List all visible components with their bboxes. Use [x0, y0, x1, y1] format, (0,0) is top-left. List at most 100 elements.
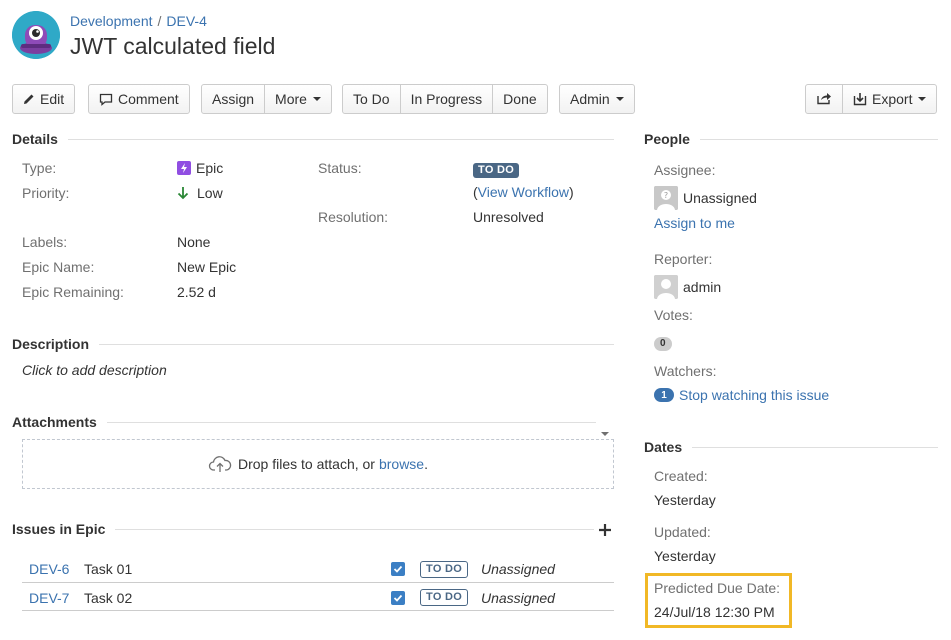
divider — [692, 446, 938, 448]
issue-assignee: Unassigned — [481, 561, 555, 577]
epic-icon — [177, 161, 191, 175]
unassigned-avatar-icon: ? — [654, 186, 678, 210]
svg-text:?: ? — [664, 191, 668, 200]
description-heading-label: Description — [12, 336, 90, 352]
assignee-label: Assignee: — [654, 162, 716, 178]
issue-assignee: Unassigned — [481, 590, 555, 606]
comment-button[interactable]: Comment — [88, 84, 190, 114]
labels-value[interactable]: None — [177, 234, 210, 250]
assign-button[interactable]: Assign — [201, 84, 266, 114]
updated-label: Updated: — [654, 524, 711, 540]
description-placeholder[interactable]: Click to add description — [22, 362, 167, 378]
admin-button-label: Admin — [570, 91, 610, 107]
resolution-value: Unresolved — [473, 209, 544, 225]
priority-value-text: Low — [197, 185, 223, 201]
admin-button[interactable]: Admin — [559, 84, 635, 114]
divider — [22, 610, 614, 611]
checkbox-icon — [391, 562, 405, 576]
predicted-due-date-value: 24/Jul/18 12:30 PM — [654, 604, 775, 620]
breadcrumb-issue-link[interactable]: DEV-4 — [166, 13, 206, 29]
attachments-menu-button[interactable] — [601, 423, 609, 439]
edit-button[interactable]: Edit — [12, 84, 76, 114]
reporter-label: Reporter: — [654, 251, 713, 267]
people-heading-label: People — [644, 131, 690, 147]
divider — [99, 343, 614, 345]
votes-label: Votes: — [654, 307, 693, 323]
epic-name-value[interactable]: New Epic — [177, 259, 236, 275]
divider — [67, 138, 614, 140]
people-heading[interactable]: People — [644, 130, 938, 148]
description-heading[interactable]: Description — [12, 335, 614, 353]
votes-count-badge[interactable]: 0 — [654, 333, 672, 351]
view-workflow-link[interactable]: View Workflow — [478, 184, 569, 200]
in-progress-transition-button[interactable]: In Progress — [399, 84, 494, 114]
view-workflow: (View Workflow) — [473, 184, 574, 200]
export-button[interactable]: Export — [842, 84, 938, 114]
watchers-label: Watchers: — [654, 363, 717, 379]
type-value-text: Epic — [196, 160, 224, 176]
attachment-dropzone[interactable]: Drop files to attach, or browse. — [22, 439, 614, 489]
dates-heading[interactable]: Dates — [644, 438, 938, 456]
issues-in-epic-heading[interactable]: Issues in Epic — [12, 520, 594, 538]
workflow-group: To Do In Progress Done — [342, 84, 548, 114]
epic-remaining-value: 2.52 d — [177, 284, 216, 300]
chevron-down-icon — [312, 97, 321, 101]
created-value: Yesterday — [654, 492, 716, 508]
dropzone-text: Drop files to attach, or — [238, 456, 375, 472]
share-export-group: Export — [805, 84, 938, 114]
stop-watching-link[interactable]: Stop watching this issue — [679, 387, 829, 403]
cloud-upload-icon — [208, 455, 232, 473]
share-button[interactable] — [805, 84, 843, 114]
status-label: Status: — [318, 160, 362, 176]
breadcrumb: Development / DEV-4 — [70, 13, 207, 29]
chevron-down-icon — [601, 432, 609, 436]
assignee-value-text: Unassigned — [683, 190, 757, 206]
admin-group: Admin — [559, 84, 635, 114]
watchers-value: 1 Stop watching this issue — [654, 387, 829, 403]
page-title: JWT calculated field — [70, 33, 276, 59]
browse-link[interactable]: browse — [379, 456, 424, 472]
status-lozenge: TO DO — [473, 163, 520, 178]
user-avatar-icon — [654, 275, 678, 299]
issues-in-epic-heading-label: Issues in Epic — [12, 521, 106, 537]
breadcrumb-separator: / — [157, 13, 162, 29]
issue-key-link[interactable]: DEV-7 — [29, 590, 69, 606]
comment-icon — [99, 93, 113, 106]
comment-button-label: Comment — [118, 91, 179, 107]
priority-value: Low — [177, 185, 223, 201]
plus-icon — [599, 524, 611, 536]
assign-to-me-link[interactable]: Assign to me — [654, 215, 735, 231]
watchers-count[interactable]: 1 — [654, 388, 674, 402]
project-avatar[interactable] — [12, 11, 60, 59]
export-button-label: Export — [872, 91, 913, 107]
reporter-value-text: admin — [683, 279, 722, 295]
created-label: Created: — [654, 468, 708, 484]
epic-name-label: Epic Name: — [22, 259, 95, 275]
todo-transition-button[interactable]: To Do — [342, 84, 401, 114]
more-button[interactable]: More — [264, 84, 332, 114]
labels-label: Labels: — [22, 234, 68, 250]
table-row: DEV-7 Task 02 TO DO Unassigned — [22, 583, 614, 611]
breadcrumb-project-link[interactable]: Development — [70, 13, 153, 29]
assign-more-group: Assign More — [201, 84, 332, 114]
issue-summary[interactable]: Task 02 — [84, 590, 132, 606]
epic-remaining-label: Epic Remaining: — [22, 284, 124, 300]
edit-button-label: Edit — [40, 91, 65, 107]
create-issue-in-epic-button[interactable] — [599, 523, 611, 539]
done-transition-button[interactable]: Done — [492, 84, 548, 114]
checkbox-icon — [391, 591, 405, 605]
dropzone-period: . — [424, 456, 428, 472]
edit-group: Edit — [12, 84, 76, 114]
assignee-value: ? Unassigned — [654, 186, 757, 210]
priority-label: Priority: — [22, 185, 70, 201]
pencil-icon — [23, 93, 35, 105]
table-row: DEV-6 Task 01 TO DO Unassigned — [22, 553, 614, 583]
reporter-value: admin — [654, 275, 721, 299]
workflow-paren-close: ) — [568, 184, 574, 200]
arrow-down-icon — [177, 186, 189, 200]
issue-summary[interactable]: Task 01 — [84, 561, 132, 577]
details-heading[interactable]: Details — [12, 130, 614, 148]
issue-key-link[interactable]: DEV-6 — [29, 561, 69, 577]
attachments-heading[interactable]: Attachments — [12, 413, 596, 431]
comment-group: Comment — [88, 84, 190, 114]
